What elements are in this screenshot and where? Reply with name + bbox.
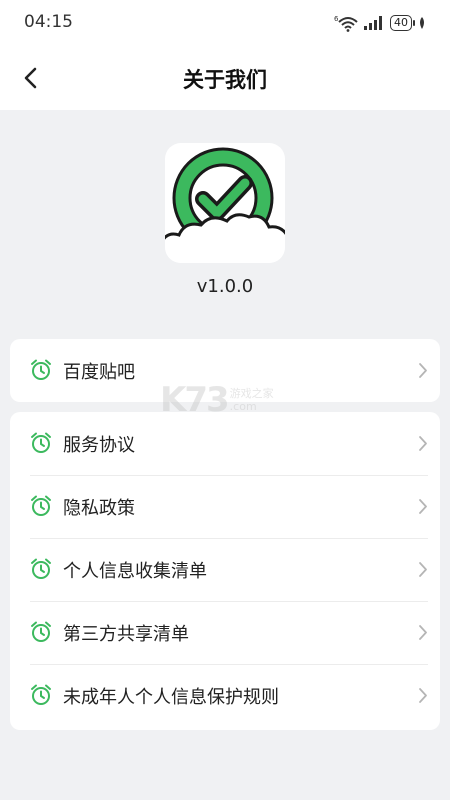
menu-group-1: 百度贴吧 <box>10 339 440 402</box>
menu-item-service-agreement[interactable]: 服务协议 <box>10 412 440 475</box>
menu-item-baidu-tieba[interactable]: 百度贴吧 <box>10 339 440 402</box>
status-bar: 04:15 6 40 <box>0 0 450 46</box>
alarm-clock-icon <box>31 432 51 453</box>
page-title: 关于我们 <box>183 68 267 92</box>
menu-item-label: 服务协议 <box>63 434 135 456</box>
menu-item-label: 百度贴吧 <box>63 361 135 383</box>
menu-item-label: 个人信息收集清单 <box>63 560 207 582</box>
signal-icon <box>364 16 382 30</box>
menu-item-label: 第三方共享清单 <box>63 623 189 645</box>
alarm-clock-icon <box>31 558 51 579</box>
chevron-right-icon <box>419 436 427 451</box>
menu-item-minor-protection-rules[interactable]: 未成年人个人信息保护规则 <box>10 664 440 727</box>
wifi-icon: 6 <box>334 15 358 32</box>
alarm-clock-icon <box>31 359 51 380</box>
alarm-clock-icon <box>31 621 51 642</box>
chevron-right-icon <box>419 499 427 514</box>
menu-group-2: 服务协议 隐私政策 个人信息收集清单 第三方共享清单 未成年人个人信息保护规则 <box>10 412 440 730</box>
network-label: 6 <box>334 15 339 23</box>
battery-indicator: 40 <box>390 15 415 31</box>
app-logo <box>165 143 285 263</box>
chevron-right-icon <box>419 625 427 640</box>
menu-item-personal-info-list[interactable]: 个人信息收集清单 <box>10 538 440 601</box>
chevron-right-icon <box>419 688 427 703</box>
chevron-right-icon <box>419 363 427 378</box>
menu-item-third-party-sharing-list[interactable]: 第三方共享清单 <box>10 601 440 664</box>
nav-bar: 关于我们 <box>0 46 450 110</box>
leaf-icon <box>420 17 424 29</box>
status-time: 04:15 <box>24 12 73 32</box>
alarm-clock-icon <box>31 495 51 516</box>
menu-item-privacy-policy[interactable]: 隐私政策 <box>10 475 440 538</box>
app-version: v1.0.0 <box>196 276 254 297</box>
chevron-right-icon <box>419 562 427 577</box>
alarm-clock-icon <box>31 684 51 705</box>
status-icons: 6 40 <box>334 12 426 34</box>
menu-item-label: 隐私政策 <box>63 497 135 519</box>
check-cloud-logo-icon <box>165 147 285 263</box>
menu-item-label: 未成年人个人信息保护规则 <box>63 686 279 708</box>
